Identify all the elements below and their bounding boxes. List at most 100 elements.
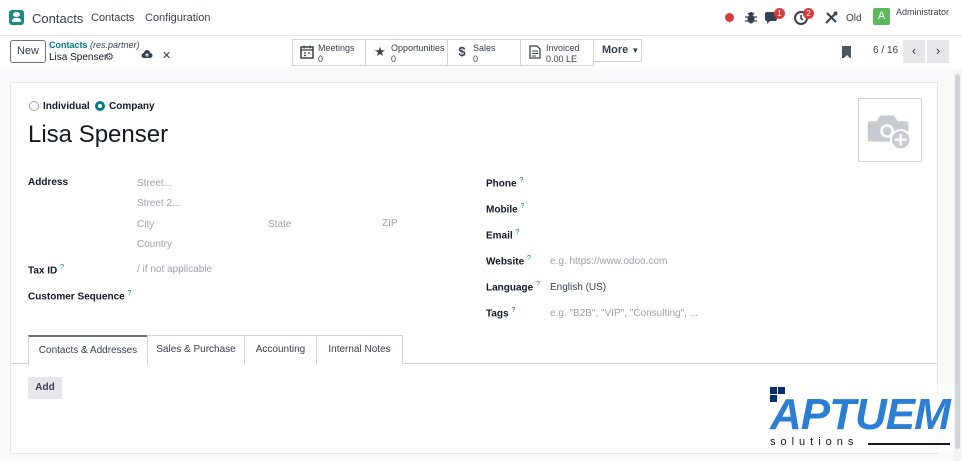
menu-configuration[interactable]: Configuration bbox=[145, 12, 210, 24]
top-navbar: Contacts Contacts Configuration 1 2 Old … bbox=[0, 0, 962, 36]
menu-contacts[interactable]: Contacts bbox=[91, 12, 134, 24]
user-name[interactable]: Administrator bbox=[896, 7, 949, 17]
tab-internal-notes[interactable]: Internal Notes bbox=[316, 335, 403, 364]
more-label: More bbox=[602, 44, 629, 56]
street2-input[interactable]: Street 2... bbox=[137, 198, 180, 209]
mobile-label: Mobile ? bbox=[486, 203, 524, 215]
invoiced-value: 0.00 LE bbox=[546, 54, 578, 64]
help-tooltip-icon[interactable]: ? bbox=[519, 177, 523, 184]
meetings-label: Meetings bbox=[318, 43, 355, 53]
tags-input[interactable]: e.g. "B2B", "VIP", "Consulting", ... bbox=[550, 308, 698, 319]
meetings-value: 0 bbox=[318, 54, 324, 64]
tax-id-input[interactable]: / if not applicable bbox=[137, 264, 212, 275]
help-tooltip-icon[interactable]: ? bbox=[515, 229, 519, 236]
meetings-smart-button[interactable]: Meetings 0 bbox=[292, 39, 366, 66]
tab-accounting[interactable]: Accounting bbox=[244, 335, 317, 364]
logo-subtext: solutions bbox=[770, 436, 859, 448]
chat-count-badge: 1 bbox=[774, 8, 785, 19]
partner-name-field[interactable]: Lisa Spenser bbox=[28, 121, 168, 149]
activity-count-badge: 2 bbox=[803, 8, 814, 19]
country-input[interactable]: Country bbox=[137, 239, 172, 250]
logo-text: APTUEM bbox=[770, 390, 951, 439]
address-label: Address bbox=[28, 177, 69, 188]
radio-individual-label[interactable]: Individual bbox=[43, 101, 90, 112]
website-input[interactable]: e.g. https://www.odoo.com bbox=[550, 256, 667, 267]
photo-upload[interactable] bbox=[858, 98, 922, 162]
bookmark-icon[interactable] bbox=[842, 46, 851, 58]
old-ui-toggle[interactable]: Old bbox=[846, 13, 862, 24]
contacts-app-icon[interactable] bbox=[9, 10, 24, 25]
gear-icon[interactable]: ⚙ bbox=[105, 52, 114, 63]
radio-individual[interactable] bbox=[29, 101, 39, 111]
radio-company-label[interactable]: Company bbox=[109, 101, 155, 112]
sales-value: 0 bbox=[473, 54, 479, 64]
calendar-icon bbox=[300, 45, 314, 59]
breadcrumb-model: (res.partner) bbox=[90, 40, 140, 50]
next-record-button[interactable]: › bbox=[927, 40, 949, 63]
language-label: Language ? bbox=[486, 281, 540, 293]
scrollbar[interactable] bbox=[953, 70, 962, 461]
new-button[interactable]: New bbox=[10, 40, 46, 63]
help-tooltip-icon[interactable]: ? bbox=[527, 255, 531, 262]
opportunities-value: 0 bbox=[391, 54, 397, 64]
website-label: Website ? bbox=[486, 255, 531, 267]
notebook-tabs: Contacts & Addresses Sales & Purchase Ac… bbox=[11, 335, 937, 365]
dollar-icon: $ bbox=[458, 44, 466, 59]
tags-label-text: Tags bbox=[486, 308, 509, 320]
tax-id-label: Tax ID ? bbox=[28, 264, 64, 276]
logo-underline bbox=[868, 443, 950, 445]
help-tooltip-icon[interactable]: ? bbox=[511, 307, 515, 314]
radio-company[interactable] bbox=[95, 101, 105, 111]
tab-contacts-addresses[interactable]: Contacts & Addresses bbox=[28, 335, 148, 365]
help-tooltip-icon[interactable]: ? bbox=[536, 281, 540, 288]
customer-sequence-label-text: Customer Sequence bbox=[28, 291, 125, 303]
breadcrumb[interactable]: Contacts (res.partner) bbox=[49, 40, 140, 50]
tools-icon[interactable] bbox=[823, 10, 839, 26]
opportunities-label: Opportunities bbox=[391, 43, 445, 53]
discard-close-icon[interactable]: ✕ bbox=[162, 49, 171, 62]
chevron-right-icon: › bbox=[935, 43, 941, 58]
aptuem-logo: APTUEM solutions bbox=[768, 385, 954, 453]
city-input[interactable]: City bbox=[137, 219, 154, 230]
zip-input[interactable]: ZIP bbox=[382, 218, 398, 229]
record-name: Lisa Spenser bbox=[49, 52, 108, 63]
mobile-label-text: Mobile bbox=[486, 204, 518, 216]
save-cloud-icon[interactable] bbox=[141, 49, 153, 59]
debug-bug-icon[interactable] bbox=[743, 10, 759, 26]
email-label: Email ? bbox=[486, 229, 519, 241]
phone-label: Phone ? bbox=[486, 177, 523, 189]
chevron-left-icon: ‹ bbox=[911, 43, 917, 58]
invoiced-smart-button[interactable]: Invoiced 0.00 LE bbox=[520, 39, 594, 66]
previous-record-button[interactable]: ‹ bbox=[903, 40, 925, 63]
language-select[interactable]: English (US) bbox=[550, 282, 606, 293]
opportunities-smart-button[interactable]: ★ Opportunities 0 bbox=[365, 39, 448, 66]
help-tooltip-icon[interactable]: ? bbox=[60, 264, 64, 271]
breadcrumb-contacts-link[interactable]: Contacts bbox=[49, 40, 88, 50]
email-label-text: Email bbox=[486, 230, 513, 242]
help-tooltip-icon[interactable]: ? bbox=[127, 290, 131, 297]
invoice-icon bbox=[529, 45, 541, 59]
pager-value[interactable]: 6 / 16 bbox=[873, 45, 898, 56]
sales-smart-button[interactable]: $ Sales 0 bbox=[447, 39, 521, 66]
website-label-text: Website bbox=[486, 256, 525, 268]
tax-id-label-text: Tax ID bbox=[28, 265, 58, 277]
help-tooltip-icon[interactable]: ? bbox=[520, 203, 524, 210]
camera-plus-icon bbox=[867, 115, 912, 151]
app-name[interactable]: Contacts bbox=[32, 11, 83, 26]
state-input[interactable]: State bbox=[268, 219, 291, 230]
invoiced-label: Invoiced bbox=[546, 43, 580, 53]
sales-label: Sales bbox=[473, 43, 496, 53]
control-panel: New Contacts (res.partner) Lisa Spenser … bbox=[0, 36, 962, 68]
tab-sales-purchase[interactable]: Sales & Purchase bbox=[147, 335, 245, 364]
recording-indicator-icon[interactable] bbox=[725, 13, 734, 22]
phone-label-text: Phone bbox=[486, 178, 517, 190]
add-contact-button[interactable]: Add bbox=[28, 377, 62, 399]
more-dropdown-button[interactable]: More ▼ bbox=[593, 39, 642, 62]
scrollbar-thumb[interactable] bbox=[955, 74, 960, 449]
customer-sequence-label: Customer Sequence ? bbox=[28, 290, 131, 302]
street-input[interactable]: Street... bbox=[137, 178, 172, 189]
user-avatar[interactable]: A bbox=[873, 8, 890, 25]
language-label-text: Language bbox=[486, 282, 534, 294]
tags-label: Tags ? bbox=[486, 307, 515, 319]
star-icon: ★ bbox=[374, 44, 386, 59]
